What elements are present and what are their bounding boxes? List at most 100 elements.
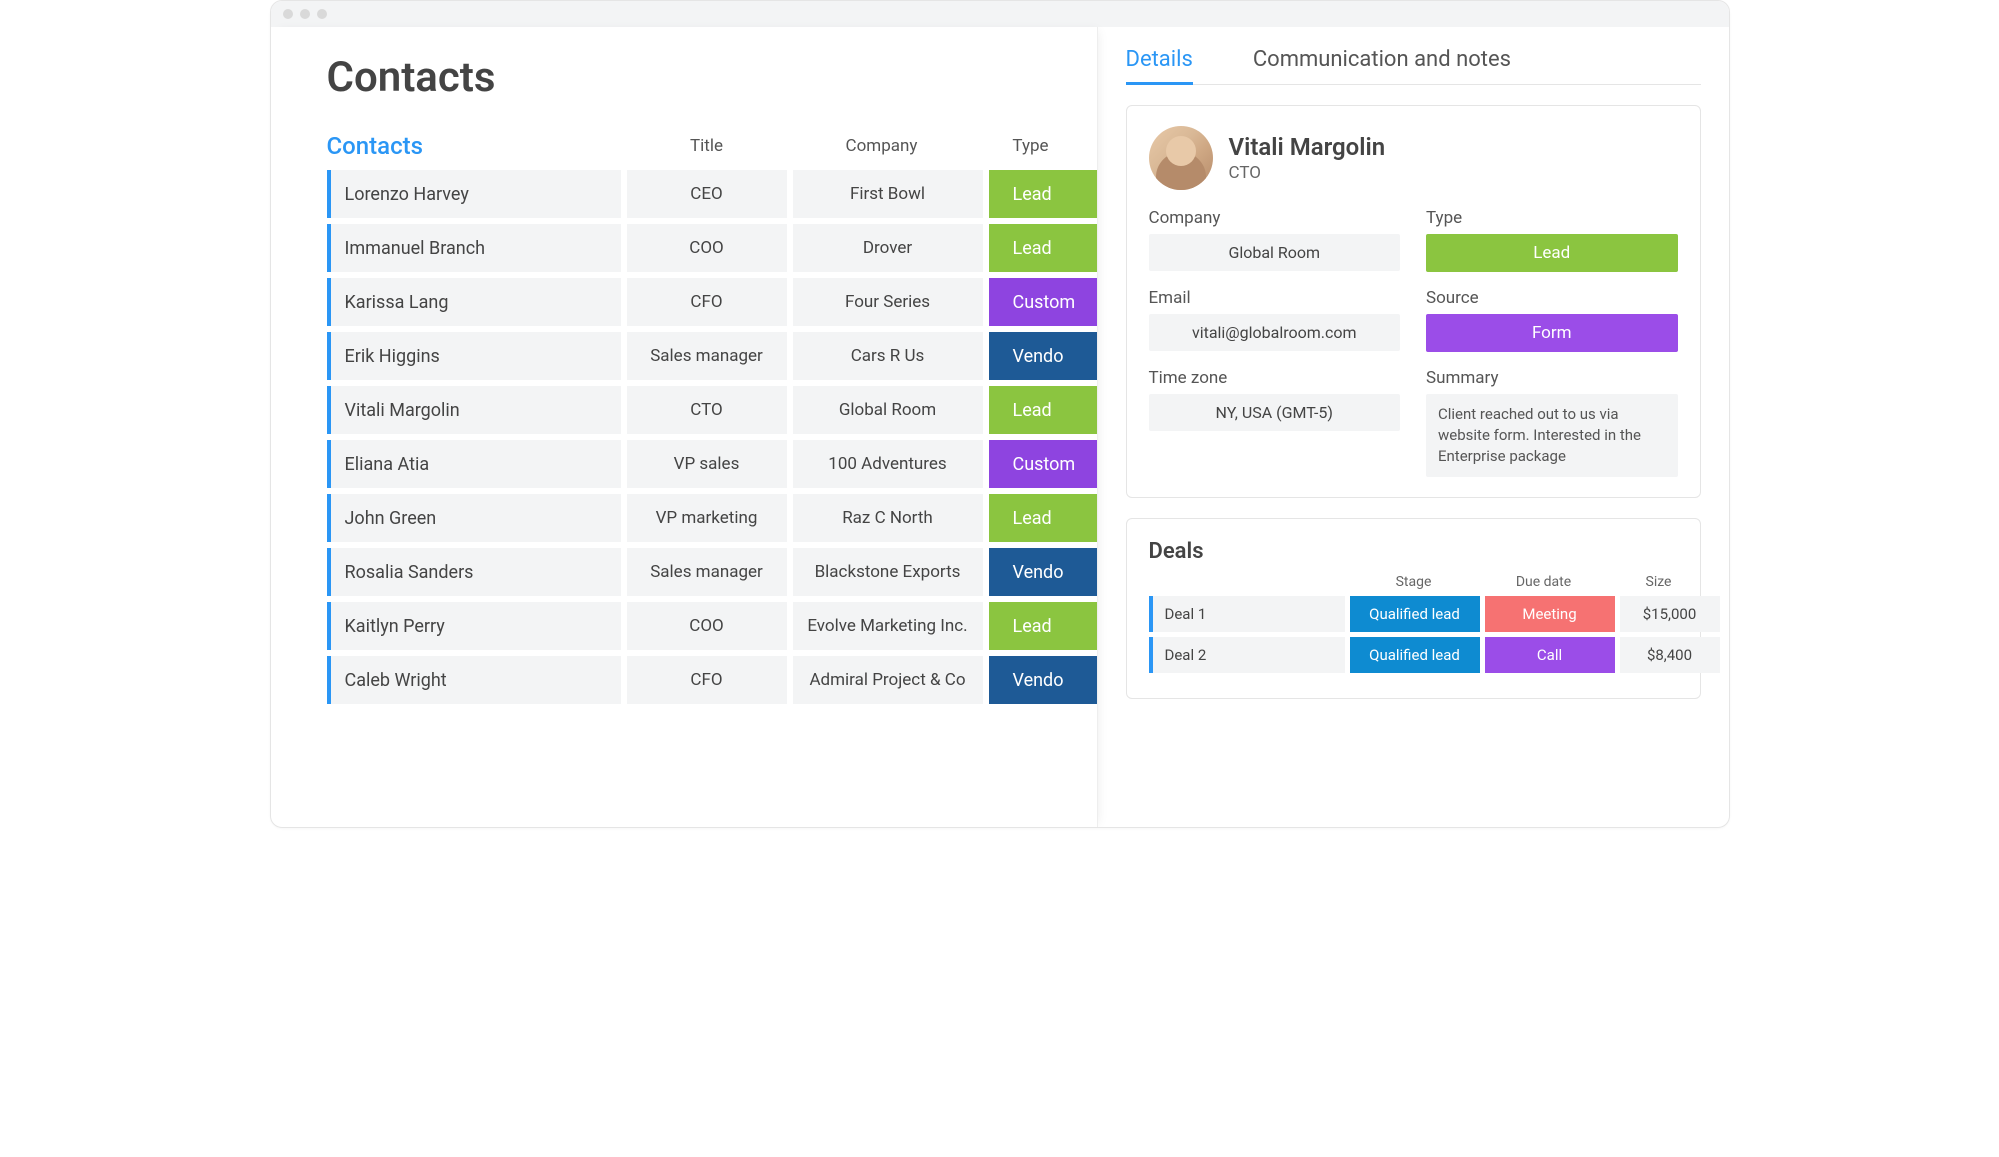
value-company[interactable]: Global Room [1149, 234, 1401, 271]
table-row[interactable]: Caleb WrightCFOAdmiral Project & CoVendo [327, 656, 1097, 704]
cell-title: VP sales [627, 440, 787, 488]
avatar[interactable] [1149, 126, 1213, 190]
profile-card: Vitali Margolin CTO Company Global Room … [1126, 105, 1701, 498]
deals-card: Deals Stage Due date Size Deal 1Qualifie… [1126, 518, 1701, 699]
deal-size: $8,400 [1620, 637, 1720, 673]
traffic-light-max[interactable] [317, 9, 327, 19]
deals-header: Stage Due date Size [1149, 574, 1678, 590]
cell-company: Blackstone Exports [793, 548, 983, 596]
cell-type[interactable]: Lead [989, 224, 1097, 272]
cell-type[interactable]: Lead [989, 170, 1097, 218]
contacts-panel: Contacts Contacts Title Company Type Lor… [271, 27, 1098, 827]
cell-company: First Bowl [793, 170, 983, 218]
label-type: Type [1426, 208, 1678, 228]
section-label: Contacts [327, 132, 423, 160]
label-company: Company [1149, 208, 1401, 228]
table-row[interactable]: Lorenzo HarveyCEOFirst BowlLead [327, 170, 1097, 218]
traffic-light-close[interactable] [283, 9, 293, 19]
col-header-type[interactable]: Type [977, 136, 1085, 156]
value-type[interactable]: Lead [1426, 234, 1678, 272]
contacts-table-body: Lorenzo HarveyCEOFirst BowlLeadImmanuel … [327, 170, 1097, 704]
cell-title: Sales manager [627, 548, 787, 596]
value-tz[interactable]: NY, USA (GMT-5) [1149, 394, 1401, 431]
table-row[interactable]: Erik HigginsSales managerCars R UsVendo [327, 332, 1097, 380]
col-header-title[interactable]: Title [627, 136, 787, 156]
cell-title: CFO [627, 656, 787, 704]
deals-title: Deals [1149, 539, 1678, 564]
table-row[interactable]: Immanuel BranchCOODroverLead [327, 224, 1097, 272]
cell-company: Four Series [793, 278, 983, 326]
cell-company: 100 Adventures [793, 440, 983, 488]
cell-type[interactable]: Lead [989, 602, 1097, 650]
deal-due[interactable]: Meeting [1485, 596, 1615, 632]
page-title: Contacts [327, 53, 1097, 102]
cell-type[interactable]: Custom [989, 440, 1097, 488]
cell-title: VP marketing [627, 494, 787, 542]
cell-name[interactable]: Lorenzo Harvey [327, 170, 621, 218]
cell-company: Global Room [793, 386, 983, 434]
cell-type[interactable]: Vendo [989, 332, 1097, 380]
col-header-company[interactable]: Company [787, 136, 977, 156]
detail-tabs: Details Communication and notes [1126, 47, 1701, 85]
cell-name[interactable]: John Green [327, 494, 621, 542]
cell-title: Sales manager [627, 332, 787, 380]
deal-stage[interactable]: Qualified lead [1350, 596, 1480, 632]
table-row[interactable]: Karissa LangCFOFour SeriesCustom [327, 278, 1097, 326]
profile-name: Vitali Margolin [1229, 133, 1386, 161]
table-row[interactable]: John GreenVP marketingRaz C NorthLead [327, 494, 1097, 542]
table-row[interactable]: Rosalia SandersSales managerBlackstone E… [327, 548, 1097, 596]
cell-company: Raz C North [793, 494, 983, 542]
cell-name[interactable]: Immanuel Branch [327, 224, 621, 272]
cell-title: COO [627, 224, 787, 272]
cell-company: Cars R Us [793, 332, 983, 380]
label-tz: Time zone [1149, 368, 1401, 388]
cell-type[interactable]: Vendo [989, 548, 1097, 596]
deals-col-size[interactable]: Size [1609, 574, 1709, 590]
cell-name[interactable]: Kaitlyn Perry [327, 602, 621, 650]
cell-type[interactable]: Lead [989, 386, 1097, 434]
value-email[interactable]: vitali@globalroom.com [1149, 314, 1401, 351]
value-summary[interactable]: Client reached out to us via website for… [1426, 394, 1678, 477]
deals-col-due[interactable]: Due date [1479, 574, 1609, 590]
cell-name[interactable]: Caleb Wright [327, 656, 621, 704]
tab-communication[interactable]: Communication and notes [1253, 47, 1511, 84]
cell-title: CEO [627, 170, 787, 218]
table-row[interactable]: Vitali MargolinCTOGlobal RoomLead [327, 386, 1097, 434]
deal-row[interactable]: Deal 2Qualified leadCall$8,400 [1149, 637, 1678, 673]
cell-name[interactable]: Eliana Atia [327, 440, 621, 488]
label-email: Email [1149, 288, 1401, 308]
profile-role: CTO [1229, 163, 1386, 183]
deal-due[interactable]: Call [1485, 637, 1615, 673]
deal-name[interactable]: Deal 1 [1149, 596, 1345, 632]
value-source[interactable]: Form [1426, 314, 1678, 352]
cell-name[interactable]: Karissa Lang [327, 278, 621, 326]
cell-name[interactable]: Erik Higgins [327, 332, 621, 380]
cell-type[interactable]: Vendo [989, 656, 1097, 704]
cell-title: CTO [627, 386, 787, 434]
label-summary: Summary [1426, 368, 1678, 388]
deal-row[interactable]: Deal 1Qualified leadMeeting$15,000 [1149, 596, 1678, 632]
cell-name[interactable]: Vitali Margolin [327, 386, 621, 434]
deals-body: Deal 1Qualified leadMeeting$15,000 Deal 2… [1149, 596, 1678, 673]
deal-name[interactable]: Deal 2 [1149, 637, 1345, 673]
deal-size: $15,000 [1620, 596, 1720, 632]
table-row[interactable]: Kaitlyn PerryCOOEvolve Marketing Inc.Lea… [327, 602, 1097, 650]
cell-company: Admiral Project & Co [793, 656, 983, 704]
deal-stage[interactable]: Qualified lead [1350, 637, 1480, 673]
cell-company: Drover [793, 224, 983, 272]
app-window: Contacts Contacts Title Company Type Lor… [270, 0, 1730, 828]
cell-type[interactable]: Custom [989, 278, 1097, 326]
cell-type[interactable]: Lead [989, 494, 1097, 542]
table-row[interactable]: Eliana AtiaVP sales100 AdventuresCustom [327, 440, 1097, 488]
contacts-table-header: Contacts Title Company Type [327, 132, 1097, 160]
traffic-light-min[interactable] [300, 9, 310, 19]
cell-company: Evolve Marketing Inc. [793, 602, 983, 650]
cell-name[interactable]: Rosalia Sanders [327, 548, 621, 596]
deals-col-stage[interactable]: Stage [1349, 574, 1479, 590]
window-titlebar [271, 1, 1729, 27]
detail-panel: Details Communication and notes Vitali M… [1098, 27, 1729, 827]
cell-title: CFO [627, 278, 787, 326]
tab-details[interactable]: Details [1126, 47, 1193, 85]
label-source: Source [1426, 288, 1678, 308]
cell-title: COO [627, 602, 787, 650]
